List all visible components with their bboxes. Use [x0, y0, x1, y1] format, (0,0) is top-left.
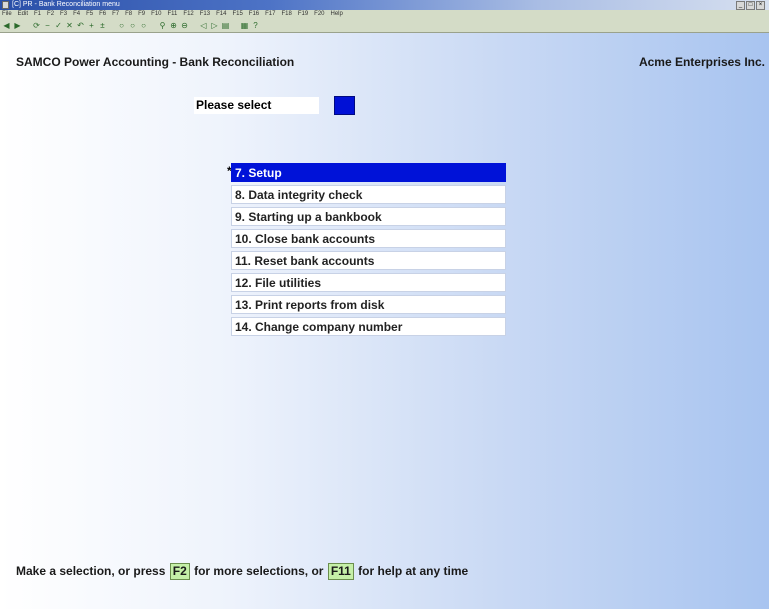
- minimize-icon[interactable]: _: [736, 1, 745, 10]
- menu-f17[interactable]: F17: [265, 10, 275, 19]
- menu-f18[interactable]: F18: [281, 10, 291, 19]
- menu-f2[interactable]: F2: [47, 10, 54, 19]
- menu-option-file-utilities[interactable]: 12. File utilities: [231, 273, 506, 292]
- app-title: SAMCO Power Accounting - Bank Reconcilia…: [16, 55, 295, 69]
- menu-f8[interactable]: F8: [125, 10, 132, 19]
- menu-f6[interactable]: F6: [99, 10, 106, 19]
- menu-f20[interactable]: F20: [314, 10, 324, 19]
- status-text: Make a selection, or press: [16, 564, 169, 578]
- circle-icon[interactable]: ○: [128, 21, 137, 30]
- undo-icon[interactable]: ↶: [76, 21, 85, 30]
- main-screen: SAMCO Power Accounting - Bank Reconcilia…: [0, 33, 769, 609]
- menu-option-close-bank-accounts[interactable]: 10. Close bank accounts: [231, 229, 506, 248]
- menu-edit[interactable]: Edit: [18, 10, 28, 19]
- zoom-icon[interactable]: ⊕: [169, 21, 178, 30]
- menu-bar: File Edit F1 F2 F3 F4 F5 F6 F7 F8 F9 F10…: [0, 10, 769, 19]
- back-icon[interactable]: ◀: [2, 21, 11, 30]
- menu-option-print-reports-from-disk[interactable]: 13. Print reports from disk: [231, 295, 506, 314]
- toolbar: ◀ ▶ ⟳ − ✓ ✕ ↶ + ± ○ ○ ○ ⚲ ⊕ ⊖ ◁ ▷ ▤ ▦ ?: [0, 19, 769, 33]
- zoom-out-icon[interactable]: ⊖: [180, 21, 189, 30]
- refresh-icon[interactable]: ⟳: [32, 21, 41, 30]
- menu-list: 7. Setup 8. Data integrity check 9. Star…: [231, 163, 506, 339]
- f2-key-button[interactable]: F2: [169, 563, 190, 580]
- binoculars-icon[interactable]: ⚲: [158, 21, 167, 30]
- menu-file[interactable]: File: [2, 10, 12, 19]
- menu-help[interactable]: Help: [331, 10, 343, 19]
- status-text: for more selections, or: [190, 564, 327, 578]
- f11-key-button[interactable]: F11: [327, 563, 354, 580]
- insert-icon[interactable]: ±: [98, 21, 107, 30]
- checkmark-icon[interactable]: ✓: [54, 21, 63, 30]
- menu-option-reset-bank-accounts[interactable]: 11. Reset bank accounts: [231, 251, 506, 270]
- menu-option-data-integrity-check[interactable]: 8. Data integrity check: [231, 185, 506, 204]
- menu-f1[interactable]: F1: [34, 10, 41, 19]
- first-record-icon[interactable]: ◁: [199, 21, 208, 30]
- selection-input[interactable]: [334, 96, 355, 115]
- menu-f13[interactable]: F13: [200, 10, 210, 19]
- window-title: [C] PR - Bank Reconciliation menu: [12, 1, 120, 8]
- forward-icon[interactable]: ▶: [13, 21, 22, 30]
- menu-option-setup[interactable]: 7. Setup: [231, 163, 506, 182]
- calculator-icon[interactable]: ▦: [240, 21, 249, 30]
- print-icon[interactable]: ▤: [221, 21, 230, 30]
- menu-f9[interactable]: F9: [138, 10, 145, 19]
- window-controls: _ □ ×: [736, 1, 765, 10]
- menu-f16[interactable]: F16: [249, 10, 259, 19]
- application-window: [C] PR - Bank Reconciliation menu _ □ × …: [0, 0, 769, 609]
- menu-f12[interactable]: F12: [183, 10, 193, 19]
- circle-icon[interactable]: ○: [139, 21, 148, 30]
- menu-option-change-company-number[interactable]: 14. Change company number: [231, 317, 506, 336]
- cancel-icon[interactable]: ✕: [65, 21, 74, 30]
- status-line: Make a selection, or press F2 for more s…: [16, 562, 468, 580]
- minus-icon[interactable]: −: [43, 21, 52, 30]
- menu-f4[interactable]: F4: [73, 10, 80, 19]
- menu-option-starting-up-bankbook[interactable]: 9. Starting up a bankbook: [231, 207, 506, 226]
- menu-f10[interactable]: F10: [151, 10, 161, 19]
- status-text: for help at any time: [354, 564, 469, 578]
- next-record-icon[interactable]: ▷: [210, 21, 219, 30]
- close-icon[interactable]: ×: [756, 1, 765, 10]
- title-bar: [C] PR - Bank Reconciliation menu _ □ ×: [0, 0, 769, 10]
- add-icon[interactable]: +: [87, 21, 96, 30]
- company-name: Acme Enterprises Inc.: [638, 55, 765, 69]
- menu-f11[interactable]: F11: [168, 10, 178, 19]
- menu-f15[interactable]: F15: [232, 10, 242, 19]
- menu-f3[interactable]: F3: [60, 10, 67, 19]
- menu-f19[interactable]: F19: [298, 10, 308, 19]
- menu-f5[interactable]: F5: [86, 10, 93, 19]
- prompt-label: Please select: [194, 97, 319, 114]
- circle-icon[interactable]: ○: [117, 21, 126, 30]
- maximize-icon[interactable]: □: [746, 1, 755, 10]
- menu-f14[interactable]: F14: [216, 10, 226, 19]
- app-icon[interactable]: [2, 1, 9, 9]
- menu-f7[interactable]: F7: [112, 10, 119, 19]
- help-icon[interactable]: ?: [251, 21, 260, 30]
